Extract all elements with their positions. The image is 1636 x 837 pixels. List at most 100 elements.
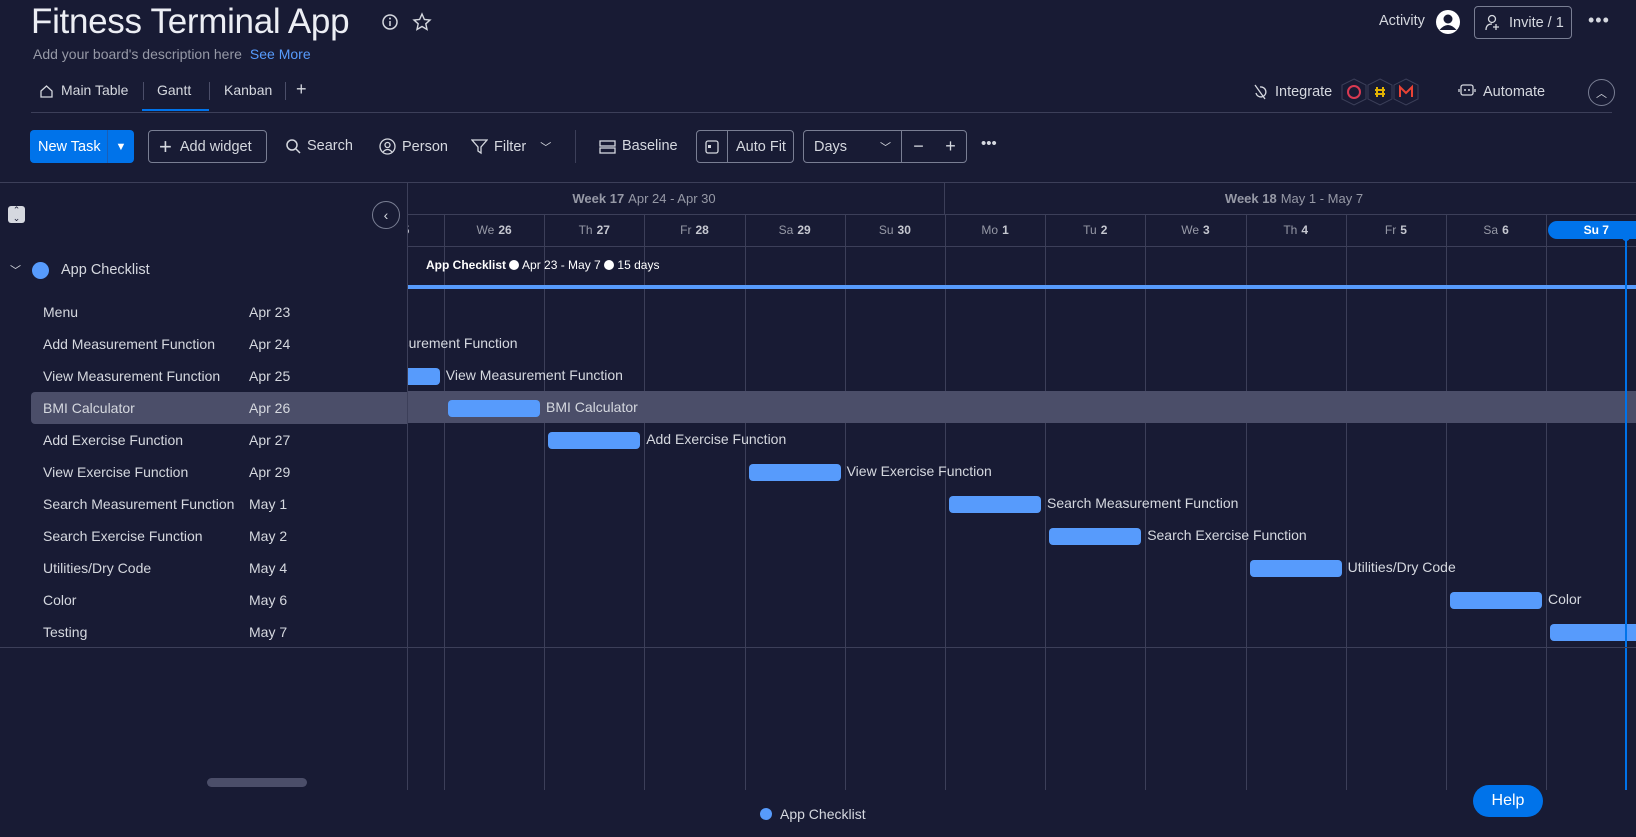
filter-icon	[471, 139, 488, 155]
tab-main-table[interactable]: Main Table	[61, 82, 128, 98]
tab-kanban[interactable]: Kanban	[224, 82, 272, 98]
task-row[interactable]: Color May 6	[0, 584, 407, 616]
new-task-button[interactable]: New Task ▼	[30, 130, 134, 163]
task-row[interactable]: Add Exercise Function Apr 27	[0, 424, 407, 456]
new-task-label: New Task	[38, 138, 101, 155]
person-filter-button[interactable]: Person	[379, 138, 448, 155]
separator-dot	[509, 260, 520, 270]
search-icon	[286, 139, 301, 154]
board-title[interactable]: Fitness Terminal App	[31, 2, 350, 42]
filter-chevron-down-icon[interactable]: ﹀	[540, 139, 551, 155]
integrate-icon	[1254, 84, 1267, 100]
more-options-icon[interactable]: •••	[1588, 10, 1610, 31]
group-name: App Checklist	[61, 262, 150, 278]
help-button[interactable]: Help	[1473, 785, 1543, 817]
tab-gantt[interactable]: Gantt	[157, 82, 191, 98]
task-row[interactable]: Menu Apr 23	[0, 296, 407, 328]
day-header: Su 7	[1546, 214, 1636, 246]
chevron-down-icon[interactable]: ﹀	[10, 262, 21, 278]
zoom-in-button[interactable]: +	[935, 136, 966, 157]
day-header: Tu 2	[1045, 214, 1145, 246]
group-timeline-bar[interactable]	[407, 285, 1636, 289]
baseline-button[interactable]: Baseline	[599, 138, 678, 154]
task-bar-label: Utilities/Dry Code	[1347, 559, 1456, 575]
task-bar[interactable]	[748, 464, 841, 481]
task-bar-label: Search Exercise Function	[1147, 527, 1307, 543]
day-gridline	[644, 214, 645, 790]
task-bar[interactable]	[1450, 592, 1542, 609]
gantt-chart: Week 17 Apr 24 - Apr 30 Week 18 May 1 - May…	[407, 182, 1636, 790]
task-row[interactable]: View Measurement Function Apr 25	[0, 360, 407, 392]
day-abbr: Sa	[778, 223, 794, 237]
plus-icon: +	[159, 133, 172, 159]
see-more-link[interactable]: See More	[250, 46, 311, 62]
day-header: Su 30	[845, 214, 945, 246]
group-summary-name: App Checklist	[426, 258, 507, 272]
task-date: Apr 27	[249, 432, 291, 448]
task-bar[interactable]	[407, 368, 440, 385]
board-description[interactable]: Add your board's description here See Mor…	[33, 46, 311, 62]
task-row[interactable]: BMI Calculator Apr 26	[31, 392, 407, 424]
week-range: May 1 - May 7	[1280, 190, 1364, 206]
task-date: Apr 25	[249, 368, 291, 384]
task-bar[interactable]	[548, 432, 641, 449]
star-icon[interactable]	[412, 12, 432, 32]
chevron-down-icon: ﹀	[880, 141, 891, 154]
new-task-dropdown-chevron-icon[interactable]: ▼	[107, 130, 134, 163]
auto-fit-button[interactable]: Auto Fit	[696, 130, 794, 163]
task-name: Utilities/Dry Code	[43, 560, 152, 576]
description-text: Add your board's description here	[33, 46, 242, 62]
day-header: Fr 28	[644, 214, 744, 246]
filter-button[interactable]: Filter ﹀	[471, 138, 551, 155]
invite-button[interactable]: Invite / 1	[1474, 6, 1572, 39]
day-number: 2	[1100, 223, 1108, 237]
add-widget-button[interactable]: + Add widget	[148, 130, 267, 163]
add-view-button[interactable]: +	[296, 79, 307, 100]
search-button[interactable]: Search	[285, 138, 353, 154]
tab-divider	[285, 82, 286, 100]
task-date: May 2	[249, 528, 288, 544]
task-date: Apr 26	[249, 400, 291, 416]
activity-button[interactable]: Activity	[1379, 13, 1425, 29]
day-number: 29	[797, 223, 811, 237]
task-row[interactable]: Search Measurement Function May 1	[0, 488, 407, 520]
automate-button[interactable]: Automate	[1483, 84, 1545, 100]
group-summary-days: 15 days	[617, 258, 660, 272]
task-name: Color	[43, 592, 77, 608]
timescale-select[interactable]: Days ﹀	[804, 131, 902, 162]
info-icon[interactable]	[381, 13, 399, 31]
group-row[interactable]: ﹀ App Checklist	[0, 254, 407, 286]
task-row[interactable]: Search Exercise Function May 2	[0, 520, 407, 552]
task-bar[interactable]	[1249, 560, 1342, 577]
task-bar[interactable]	[1550, 624, 1636, 641]
timescale-controls: Days ﹀ − +	[803, 130, 967, 163]
task-bar-label: Add Exercise Function	[646, 431, 787, 447]
filter-label: Filter	[494, 138, 527, 155]
day-header: We 26	[444, 214, 544, 246]
task-row[interactable]: Add Measurement Function Apr 24	[0, 328, 407, 360]
day-gridline	[845, 214, 846, 790]
zoom-out-button[interactable]: −	[902, 136, 935, 157]
toolbar-more-icon[interactable]: •••	[981, 135, 997, 152]
task-bar[interactable]	[448, 400, 540, 417]
task-row[interactable]: Utilities/Dry Code May 4	[0, 552, 407, 584]
task-date: Apr 24	[249, 336, 291, 352]
task-bar[interactable]	[1049, 528, 1142, 545]
task-row[interactable]: Testing May 7	[0, 616, 407, 648]
avatar[interactable]	[1436, 10, 1460, 34]
collapse-panel-button[interactable]: ‹	[372, 201, 400, 229]
task-row[interactable]: View Exercise Function Apr 29	[0, 456, 407, 488]
collapse-all-icon[interactable]: ⌃ ⌄	[8, 206, 25, 223]
day-abbr: Fr	[1384, 223, 1397, 237]
day-gridline	[745, 214, 746, 790]
day-gridline	[1546, 214, 1547, 790]
horizontal-scrollbar[interactable]	[207, 778, 307, 787]
week-header: Week 17 Apr 24 - Apr 30	[407, 182, 944, 214]
automate-robot-icon	[1458, 84, 1476, 96]
task-bar[interactable]	[949, 496, 1041, 513]
task-date: Apr 29	[249, 464, 291, 480]
integration-app-icons[interactable]	[1340, 78, 1422, 106]
collapse-header-button[interactable]: ︿	[1588, 79, 1615, 106]
day-abbr: Th	[578, 223, 593, 237]
integrate-button[interactable]: Integrate	[1275, 84, 1332, 100]
